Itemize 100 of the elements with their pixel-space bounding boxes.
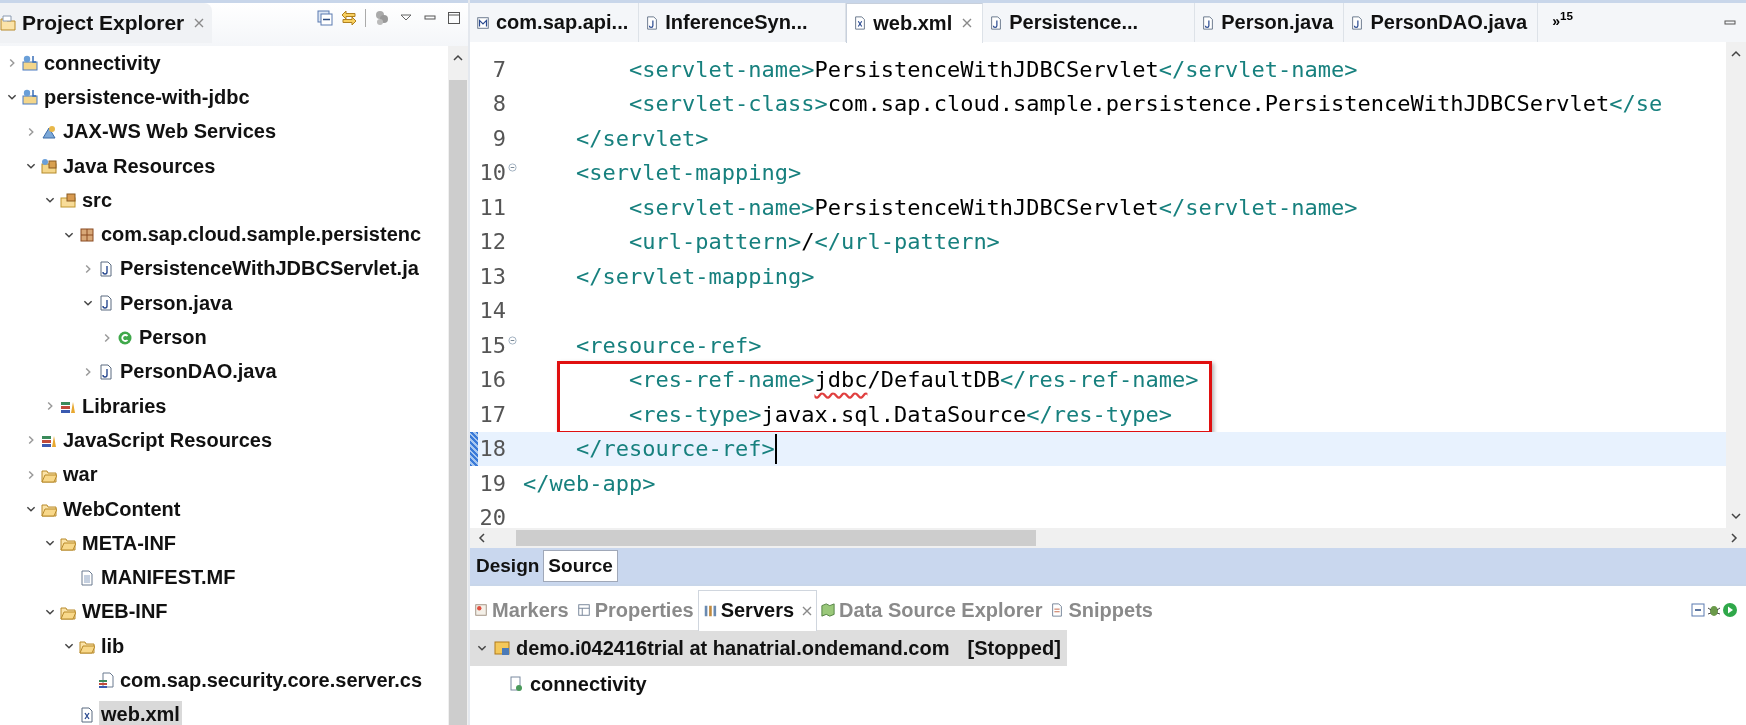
- java-resources-icon: [41, 158, 57, 175]
- code-line: <servlet-mapping>: [576, 160, 802, 186]
- class-icon: [117, 329, 133, 346]
- line-number: 20: [478, 505, 506, 528]
- line-number: 12: [478, 229, 506, 255]
- source-folder-icon: [60, 192, 76, 209]
- line-number: 7: [491, 56, 506, 82]
- fold-icon[interactable]: [507, 335, 517, 345]
- tab-overflow[interactable]: »$^{15}$: [1552, 3, 1573, 29]
- line-number: 11: [478, 194, 506, 220]
- code-line: <url-pattern>/</url-pattern>: [629, 229, 1000, 255]
- line-number: 9: [491, 125, 506, 151]
- scroll-down-icon[interactable]: [1730, 512, 1742, 520]
- folder-icon: [79, 638, 95, 655]
- code-line: </servlet>: [576, 125, 709, 151]
- markers-icon: [474, 603, 488, 617]
- tree-item[interactable]: connectivity: [42, 49, 163, 77]
- map-icon: [821, 603, 836, 617]
- project-icon: [22, 89, 38, 106]
- editor-tab[interactable]: web.xml: [846, 2, 984, 43]
- tree-item[interactable]: Person.java: [118, 289, 235, 317]
- servers-icon: [702, 603, 717, 618]
- server-icon: [494, 640, 510, 656]
- editor-tab[interactable]: PersonDAO.java: [1344, 3, 1539, 42]
- close-icon[interactable]: [962, 18, 973, 28]
- horizontal-scrollbar[interactable]: [470, 528, 1746, 548]
- line-number: 14: [478, 298, 506, 324]
- code-line: </servlet-mapping>: [576, 263, 815, 289]
- tree-item[interactable]: lib: [99, 632, 127, 660]
- java-file-icon: [98, 363, 114, 380]
- tree-item[interactable]: PersonDAO.java: [118, 358, 279, 386]
- folder-icon: [60, 535, 76, 552]
- tree-item[interactable]: Libraries: [80, 392, 169, 420]
- java-file-icon: [98, 295, 114, 312]
- collapse-all-icon[interactable]: [317, 10, 333, 26]
- java-file-icon: [645, 15, 660, 30]
- tree-item[interactable]: com.sap.security.core.server.cs: [118, 667, 425, 694]
- close-icon[interactable]: [802, 605, 813, 616]
- mode-tab[interactable]: Source: [543, 550, 618, 582]
- play-icon[interactable]: [1722, 602, 1738, 618]
- line-number: 10: [478, 160, 506, 186]
- tree-item[interactable]: WEB-INF: [80, 598, 170, 626]
- scroll-right-icon[interactable]: [1730, 532, 1738, 544]
- scroll-up-icon[interactable]: [452, 54, 464, 62]
- fold-icon[interactable]: [507, 163, 517, 173]
- explorer-icon: [0, 15, 16, 31]
- module-icon: [508, 676, 524, 692]
- tree-item[interactable]: JavaScript Resources: [61, 426, 274, 454]
- tree-item[interactable]: war: [61, 461, 100, 489]
- server-row[interactable]: demo.i042416trial at hanatrial.ondemand.com [Stopped]: [470, 630, 1067, 666]
- tree-item[interactable]: src: [80, 186, 115, 214]
- vertical-scrollbar[interactable]: [448, 46, 468, 725]
- scroll-left-icon[interactable]: [478, 532, 486, 544]
- folder-icon: [41, 501, 57, 517]
- server-status: [Stopped]: [967, 636, 1061, 660]
- tree-item[interactable]: MANIFEST.MF: [99, 564, 238, 592]
- tree-item[interactable]: Java Resources: [61, 152, 218, 180]
- line-number: 15: [478, 332, 506, 358]
- jar-file-icon: [98, 672, 114, 689]
- tree-item[interactable]: PersistenceWithJDBCServlet.ja: [118, 255, 421, 283]
- tree-item[interactable]: WebContent: [61, 495, 183, 523]
- properties-icon: [576, 603, 591, 617]
- text-file-icon: [79, 569, 95, 586]
- line-number: 17: [478, 401, 506, 427]
- java-file-icon: [989, 15, 1004, 30]
- editor-tab[interactable]: com.sap.api...: [470, 3, 640, 42]
- vertical-scrollbar[interactable]: [1726, 42, 1746, 528]
- manifest-file-icon: [476, 15, 490, 30]
- editor-tab[interactable]: Persistence...: [983, 3, 1196, 42]
- link-editor-icon[interactable]: [341, 10, 357, 26]
- java-file-icon: [98, 260, 114, 277]
- tree-item[interactable]: Person: [137, 324, 209, 351]
- java-file-icon: [1350, 15, 1365, 30]
- mode-tab[interactable]: Design: [472, 550, 544, 582]
- java-file-icon: [1201, 15, 1216, 30]
- package-icon: [79, 226, 95, 243]
- close-icon[interactable]: [194, 18, 205, 28]
- editor-tab[interactable]: Person.java: [1195, 3, 1345, 42]
- filter-icon[interactable]: [374, 10, 390, 26]
- server-module[interactable]: connectivity: [530, 672, 647, 696]
- line-number: 18: [478, 436, 506, 462]
- code-line: <resource-ref>: [576, 332, 762, 358]
- tree-item[interactable]: JAX-WS Web Services: [61, 118, 279, 146]
- line-number: 16: [478, 367, 506, 393]
- code-line: <servlet-name>PersistenceWithJDBCServlet</servlet-name>: [629, 194, 1358, 220]
- maximize-icon[interactable]: [446, 10, 462, 26]
- tree-item[interactable]: META-INF: [80, 529, 179, 557]
- code-line: </web-app>: [523, 470, 656, 496]
- line-number: 8: [491, 91, 506, 117]
- tree-item[interactable]: persistence-with-jdbc: [42, 83, 252, 111]
- tree-item[interactable]: com.sap.cloud.sample.persistenc: [99, 221, 424, 249]
- server-name[interactable]: demo.i042416trial at hanatrial.ondemand.com: [516, 636, 950, 660]
- panel-tab[interactable]: Servers: [697, 589, 818, 631]
- tree-item[interactable]: web.xml: [99, 701, 182, 725]
- code-line: <servlet-class>com.sap.cloud.sample.persistence.PersistenceWithJDBCServlet</se: [629, 91, 1663, 117]
- scroll-up-icon[interactable]: [1730, 50, 1742, 58]
- web-service-icon: [41, 123, 57, 140]
- code-line: <res-ref-name>jdbc/DefaultDB</res-ref-name>: [629, 367, 1199, 393]
- collapse-all-icon[interactable]: [1690, 602, 1706, 618]
- project-icon: [22, 55, 38, 72]
